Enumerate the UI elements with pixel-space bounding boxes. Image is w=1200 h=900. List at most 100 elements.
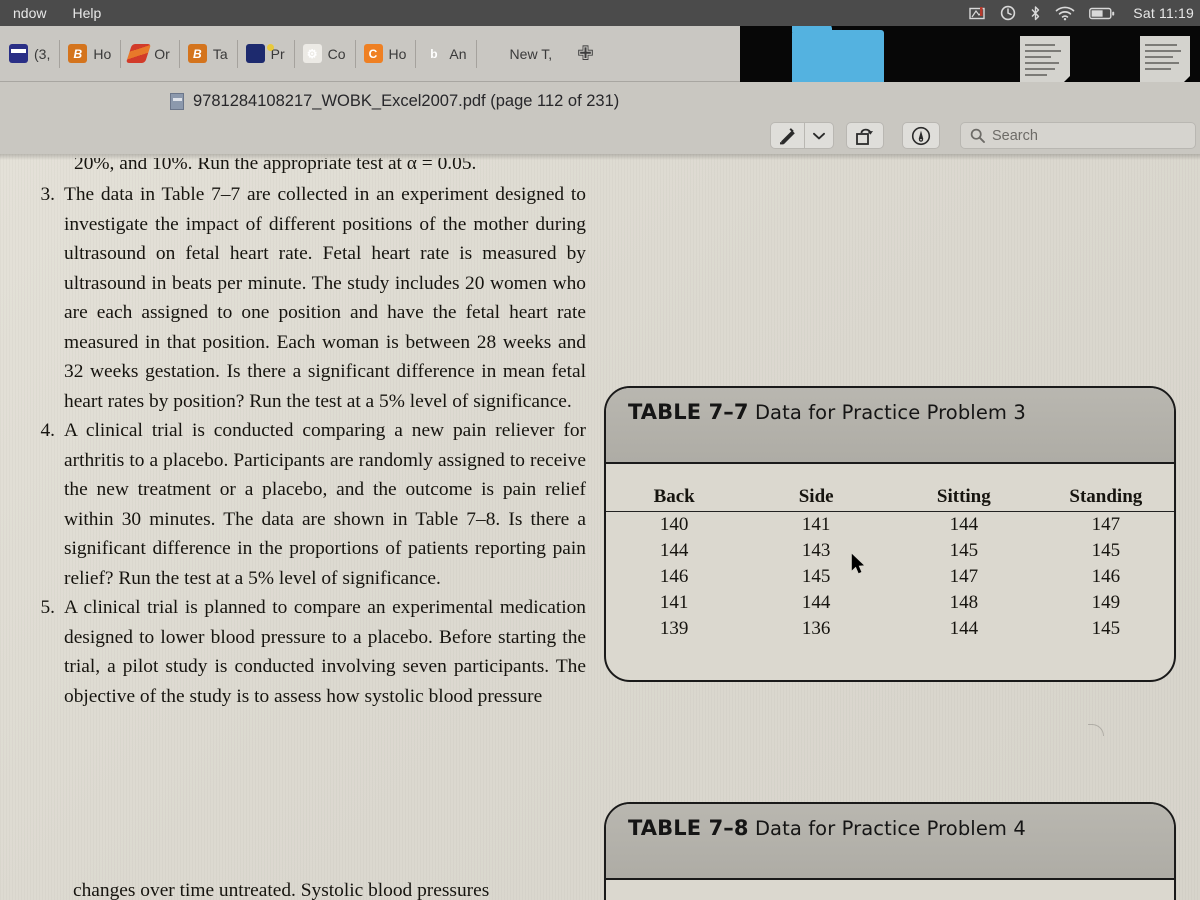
table-row: 139 136 144 145 xyxy=(606,616,1174,642)
menu-bar-clock[interactable]: Sat 11:19 xyxy=(1129,5,1194,21)
pdf-page: 20%, and 10%. Run the appropriate test a… xyxy=(0,154,1200,900)
browser-tab-new[interactable]: New T, xyxy=(475,26,562,81)
tab-label: (3, xyxy=(34,45,51,62)
cell: 141 xyxy=(659,592,689,613)
partial-bottom-line: changes over time untreated. Systolic bl… xyxy=(73,880,490,900)
cell: 148 xyxy=(949,592,979,613)
lighthouse-icon xyxy=(245,44,274,63)
screen: ndow Help Sat 11:19 (3, B Ho Or B Ta Pr … xyxy=(0,0,1200,900)
menu-help[interactable]: Help xyxy=(59,0,114,26)
cell: 140 xyxy=(659,514,689,535)
table-7-8-label: TABLE 7–8 xyxy=(628,816,749,840)
table-7-8-caption: Data for Practice Problem 4 xyxy=(754,817,1026,840)
search-icon xyxy=(970,128,985,143)
bold-b-icon: b xyxy=(430,46,438,61)
table-7-8-body: Pain Relief No Pain Relief New Medicatio… xyxy=(606,880,1174,900)
browser-tab-stripes[interactable]: Or xyxy=(120,26,179,81)
cell: 146 xyxy=(659,566,689,587)
browser-tab-mail[interactable]: (3, xyxy=(0,26,59,81)
table-7-7: Back Side Sitting Standing 140 141 144 1… xyxy=(606,464,1174,642)
tab-label: Or xyxy=(154,45,170,62)
letter-c-icon: C xyxy=(363,44,383,63)
column-header-sitting: Sitting xyxy=(889,464,1038,512)
table-7-7-card: TABLE 7–7 Data for Practice Problem 3 Ba… xyxy=(604,386,1176,682)
question-3: 3. The data in Table 7–7 are collected i… xyxy=(34,180,586,416)
partial-top-line: 20%, and 10%. Run the appropriate test a… xyxy=(74,158,477,174)
rotate-button[interactable] xyxy=(846,122,884,149)
menu-bar-status-area: Sat 11:19 xyxy=(969,5,1200,22)
table-7-7-label: TABLE 7–7 xyxy=(628,400,749,424)
table-row: 141 144 148 149 xyxy=(606,590,1174,616)
browser-tab-blackboard-2[interactable]: B Ta xyxy=(178,26,237,81)
pdf-document-icon xyxy=(170,92,184,110)
rotate-left-icon xyxy=(856,128,873,145)
question-number: 5. xyxy=(40,597,55,618)
browser-tab-bold-b[interactable]: b An xyxy=(415,26,475,81)
cell: 147 xyxy=(949,566,979,587)
wifi-icon[interactable] xyxy=(1055,6,1075,21)
tab-label: New T, xyxy=(509,45,553,62)
column-header-standing: Standing xyxy=(1037,464,1174,512)
column-header-side: Side xyxy=(742,464,890,512)
window-title-bar[interactable]: 9781284108217_WOBK_Excel2007.pdf (page 1… xyxy=(0,82,1200,120)
cell: 145 xyxy=(1091,618,1121,639)
tab-label: Ho xyxy=(93,45,112,62)
cell: 145 xyxy=(1091,540,1121,561)
table-row: 146 145 147 146 xyxy=(606,564,1174,590)
column-header-back: Back xyxy=(606,464,743,512)
screen-recording-icon[interactable] xyxy=(969,6,986,21)
browser-tab-letter-c[interactable]: C Ho xyxy=(354,26,416,81)
cell: 143 xyxy=(801,540,831,561)
tab-label: Ta xyxy=(212,45,228,62)
table-row: 140 141 144 147 xyxy=(606,512,1174,539)
menu-window[interactable]: ndow xyxy=(0,0,59,26)
cell: 146 xyxy=(1091,566,1121,587)
blackboard-icon: B xyxy=(187,44,207,63)
table-7-7-body: Back Side Sitting Standing 140 141 144 1… xyxy=(606,464,1174,642)
cell: 144 xyxy=(801,592,831,613)
tab-label: Ho xyxy=(388,45,407,62)
preview-window: 9781284108217_WOBK_Excel2007.pdf (page 1… xyxy=(0,82,1200,900)
bluetooth-icon[interactable] xyxy=(1030,5,1041,22)
table-7-8-title: TABLE 7–8 Data for Practice Problem 4 xyxy=(606,804,1174,880)
cell: 144 xyxy=(949,514,979,535)
table-header-row: Back Side Sitting Standing xyxy=(606,464,1174,512)
none-icon xyxy=(485,44,504,63)
text-column: 20%, and 10%. Run the appropriate test a… xyxy=(34,158,586,711)
new-tab-button[interactable]: ✙ xyxy=(561,41,610,66)
menu-bar: ndow Help Sat 11:19 xyxy=(0,0,1200,26)
cell: 147 xyxy=(1091,514,1121,535)
tab-label: Co xyxy=(327,45,346,62)
annotate-button[interactable] xyxy=(902,122,940,149)
time-machine-icon[interactable] xyxy=(1000,5,1016,21)
table-7-8: Pain Relief No Pain Relief New Medicatio… xyxy=(623,880,1157,900)
table-7-7-caption: Data for Practice Problem 3 xyxy=(754,401,1026,424)
search-field[interactable]: Search xyxy=(960,122,1196,149)
question-5: 5. A clinical trial is planned to compar… xyxy=(34,593,586,711)
markup-pen-button[interactable] xyxy=(770,122,804,149)
preview-toolbar: Search xyxy=(0,120,1200,154)
question-text: The data in Table 7–7 are collected in a… xyxy=(64,184,586,412)
cell: 141 xyxy=(801,514,831,535)
column-header-blank xyxy=(623,880,848,900)
table-header-row: Pain Relief No Pain Relief xyxy=(623,880,1157,900)
paper-smudge xyxy=(1088,724,1104,736)
mail-icon xyxy=(9,44,28,63)
cell: 136 xyxy=(801,618,831,639)
cell: 145 xyxy=(949,540,979,561)
browser-tab-blackboard-1[interactable]: B Ho xyxy=(59,26,120,81)
question-text: A clinical trial is planned to compare a… xyxy=(64,597,586,707)
battery-icon[interactable] xyxy=(1089,7,1115,20)
browser-tab-strip: (3, B Ho Or B Ta Pr ⚙ Co C Ho b An New T… xyxy=(0,26,740,82)
table-7-8-card: TABLE 7–8 Data for Practice Problem 4 Pa… xyxy=(604,802,1176,900)
table-7-7-title: TABLE 7–7 Data for Practice Problem 3 xyxy=(606,388,1174,464)
markup-pen-icon xyxy=(779,127,795,144)
browser-tab-gear[interactable]: ⚙ Co xyxy=(293,26,355,81)
cell: 144 xyxy=(659,540,689,561)
markup-dropdown-button[interactable] xyxy=(804,122,834,149)
column-header-pain-relief: Pain Relief xyxy=(847,880,982,900)
chevron-down-icon xyxy=(813,132,825,139)
blackboard-icon: B xyxy=(68,44,88,63)
gear-icon: ⚙ xyxy=(302,44,322,63)
browser-tab-lighthouse[interactable]: Pr xyxy=(236,26,294,81)
